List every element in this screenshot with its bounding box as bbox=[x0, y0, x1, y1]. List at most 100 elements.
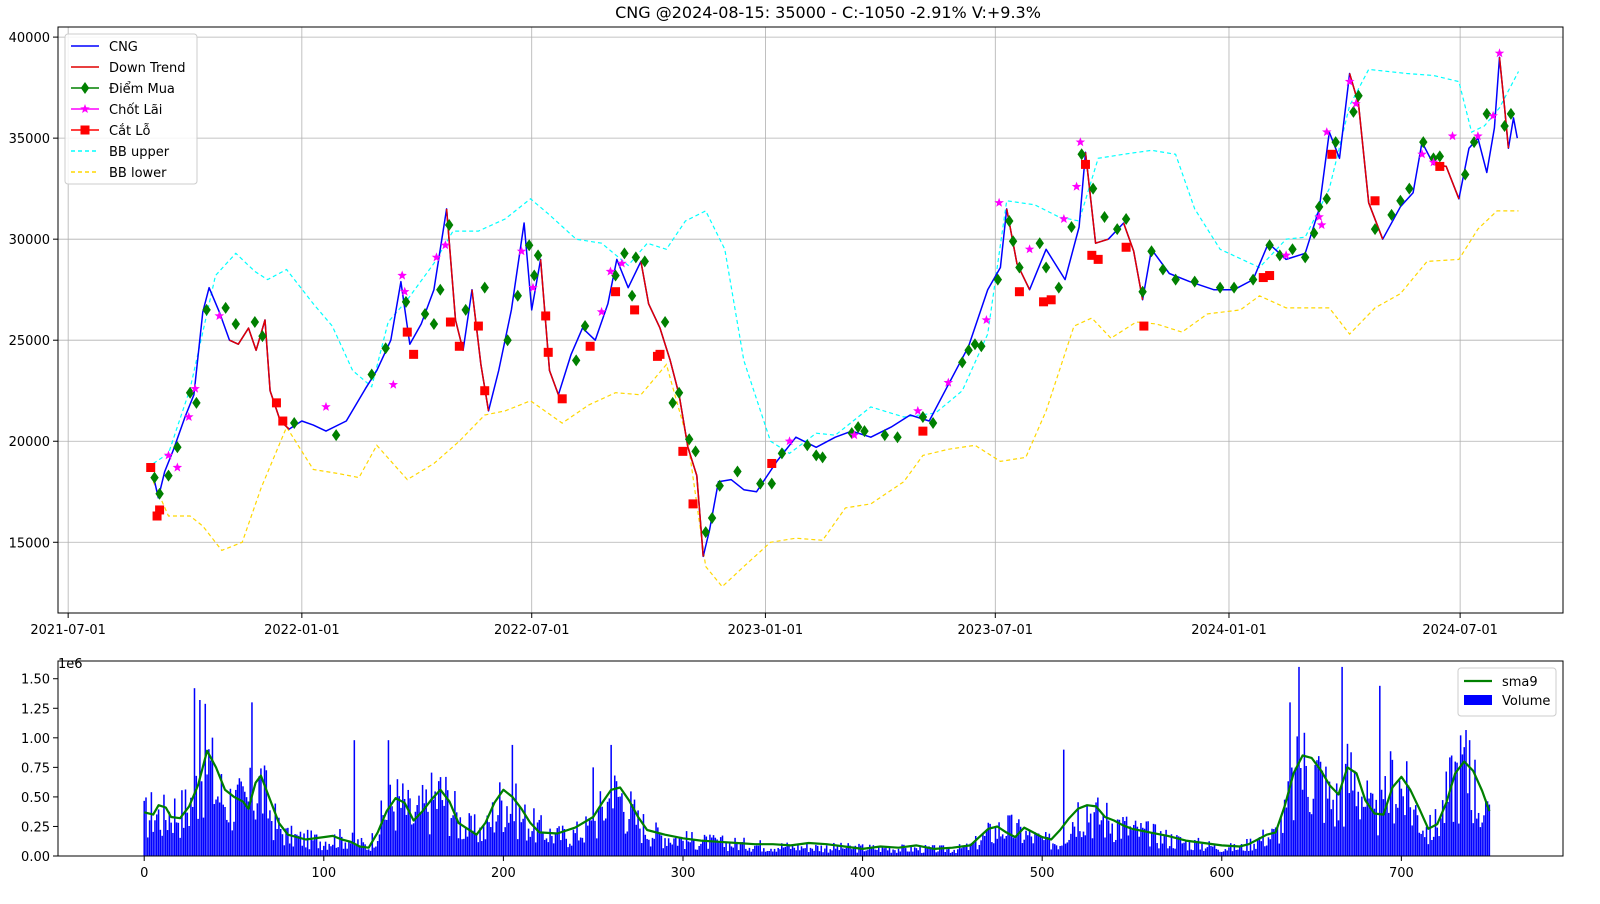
volume-bar bbox=[472, 830, 474, 856]
volume-bar bbox=[1303, 732, 1306, 856]
volume-bar bbox=[560, 840, 562, 856]
volume-bar bbox=[366, 849, 368, 856]
volume-bar bbox=[822, 852, 824, 856]
volume-bar bbox=[317, 848, 320, 856]
volume-bar bbox=[184, 789, 187, 856]
volume-bar bbox=[1100, 820, 1103, 856]
volume-bar bbox=[649, 846, 652, 856]
price-legend-label: Chốt Lãi bbox=[109, 103, 162, 118]
volume-bar bbox=[330, 846, 332, 856]
volume-bar bbox=[594, 820, 596, 856]
volume-y-tick-label: 0.00 bbox=[21, 850, 50, 865]
volume-bar bbox=[376, 841, 379, 856]
volume-bar bbox=[1025, 830, 1027, 856]
volume-bar bbox=[1436, 827, 1439, 856]
volume-bar bbox=[1452, 821, 1455, 856]
volume-bar bbox=[321, 850, 323, 856]
volume-bar bbox=[957, 849, 959, 856]
volume-bar bbox=[942, 845, 945, 856]
volume-bar bbox=[1377, 835, 1379, 856]
volume-bar bbox=[506, 806, 508, 856]
volume-bar bbox=[238, 778, 241, 856]
volume-bar bbox=[1138, 836, 1140, 856]
price-y-tick-label: 35000 bbox=[9, 132, 50, 147]
volume-bar bbox=[648, 839, 650, 856]
volume-bar bbox=[520, 822, 523, 856]
volume-bar bbox=[653, 838, 656, 856]
volume-bar bbox=[281, 834, 284, 856]
volume-bar bbox=[197, 818, 199, 856]
volume-bar bbox=[1301, 789, 1304, 856]
volume-bar bbox=[260, 768, 262, 856]
volume-bar bbox=[157, 809, 160, 856]
price-x-tick-label: 2022-07-01 bbox=[494, 623, 570, 638]
volume-bar bbox=[222, 804, 224, 856]
volume-bar bbox=[789, 848, 792, 856]
volume-bar bbox=[1086, 805, 1088, 856]
volume-bar bbox=[685, 831, 688, 856]
volume-bar bbox=[1203, 850, 1205, 856]
volume-bar bbox=[1167, 848, 1169, 856]
volume-bar bbox=[145, 797, 147, 856]
volume-bar bbox=[858, 843, 860, 856]
volume-bar bbox=[565, 838, 568, 856]
volume-bar bbox=[1366, 780, 1369, 856]
volume-bar bbox=[249, 767, 251, 856]
volume-bar bbox=[732, 847, 735, 856]
volume-bar bbox=[617, 796, 620, 856]
volume-bar bbox=[897, 848, 900, 856]
volume-bar bbox=[1188, 840, 1191, 856]
volume-bar bbox=[795, 850, 797, 856]
volume-bar bbox=[1104, 837, 1106, 856]
volume-bar bbox=[1238, 847, 1241, 856]
stop-loss-marker bbox=[1093, 254, 1103, 264]
volume-bar bbox=[1282, 832, 1284, 856]
volume-y-tick-label: 0.75 bbox=[21, 761, 50, 776]
volume-bar bbox=[1032, 843, 1034, 856]
volume-bar bbox=[687, 841, 690, 856]
volume-bar bbox=[1215, 848, 1218, 856]
volume-bar bbox=[159, 829, 162, 856]
volume-bar bbox=[842, 848, 844, 856]
volume-bar bbox=[416, 805, 418, 856]
volume-bar bbox=[1052, 843, 1054, 856]
volume-bar bbox=[1061, 845, 1063, 856]
volume-legend[interactable]: sma9 Volume bbox=[1457, 667, 1557, 717]
volume-bar bbox=[1382, 799, 1385, 856]
volume-bar bbox=[1247, 850, 1250, 856]
volume-bar bbox=[402, 783, 404, 856]
volume-bar bbox=[263, 765, 266, 856]
stop-loss-marker bbox=[1014, 287, 1024, 297]
volume-bar bbox=[358, 846, 361, 856]
volume-bar bbox=[269, 810, 271, 856]
volume-bar bbox=[470, 815, 472, 856]
volume-bar bbox=[306, 829, 309, 856]
volume-bar bbox=[1470, 810, 1473, 856]
volume-bar bbox=[443, 805, 445, 856]
volume-bar bbox=[673, 838, 675, 856]
price-legend[interactable]: CNG Down Trend Điểm Mua Chốt Lãi Cắt Lỗ BB up… bbox=[64, 33, 198, 185]
volume-bar bbox=[1386, 804, 1388, 856]
volume-bar bbox=[403, 798, 406, 856]
volume-bar bbox=[1310, 814, 1313, 856]
volume-bar bbox=[913, 847, 916, 856]
volume-bar bbox=[1422, 830, 1424, 856]
volume-bar bbox=[836, 845, 839, 856]
volume-bar bbox=[272, 840, 275, 856]
volume-bar bbox=[213, 804, 216, 856]
volume-bar bbox=[1314, 764, 1316, 856]
volume-bar bbox=[1237, 849, 1239, 856]
volume-bar bbox=[1353, 770, 1356, 856]
volume-bar bbox=[583, 842, 585, 856]
volume-bar bbox=[772, 851, 774, 856]
volume-bar bbox=[1221, 851, 1223, 856]
volume-bar bbox=[1249, 838, 1252, 856]
volume-bar bbox=[1334, 826, 1336, 856]
volume-bar bbox=[1285, 807, 1288, 856]
volume-bar bbox=[1147, 821, 1149, 856]
volume-bar bbox=[181, 790, 183, 856]
volume-bar bbox=[1379, 685, 1381, 856]
stop-loss-marker bbox=[409, 349, 419, 359]
volume-bar bbox=[980, 840, 982, 856]
volume-bar bbox=[1106, 802, 1108, 856]
